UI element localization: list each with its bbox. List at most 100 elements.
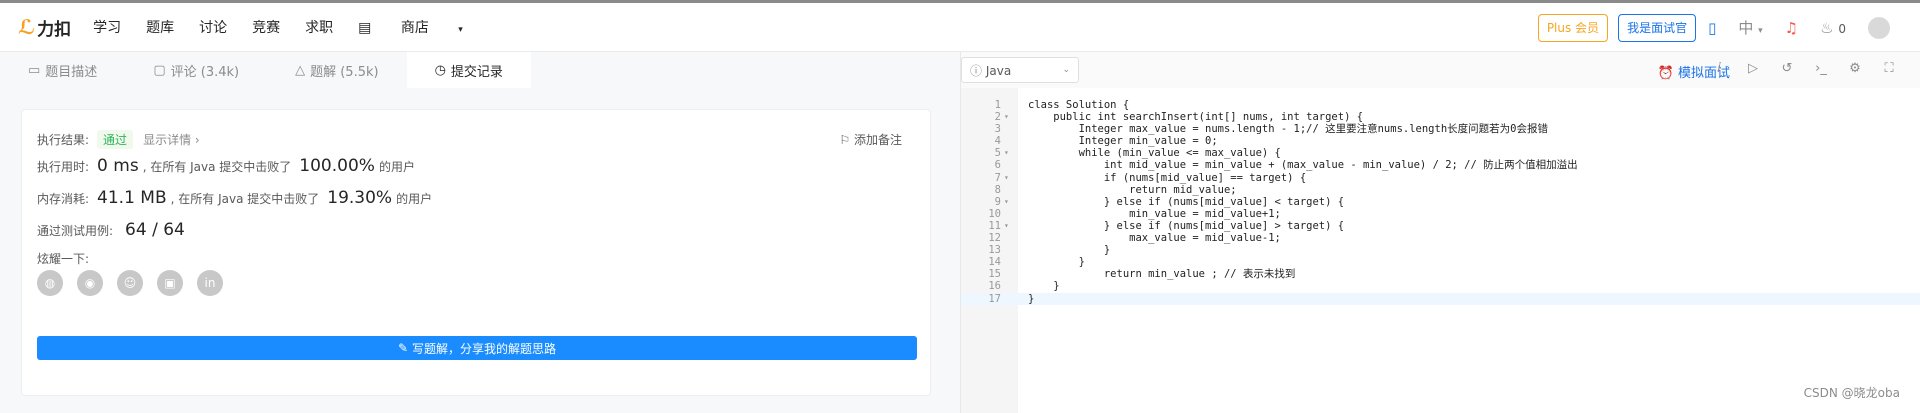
line-number: 5: [994, 147, 1001, 160]
interviewer-button[interactable]: 我是面试官: [1618, 13, 1697, 42]
tests-row: 通过测试用例: 64 / 64: [37, 220, 189, 240]
line-number: 15: [988, 268, 1001, 281]
nav-problems[interactable]: 题库: [146, 17, 174, 37]
line-number: 10: [988, 207, 1001, 220]
code-line[interactable]: 14 }: [961, 256, 1920, 268]
flag-icon: ⚐: [839, 133, 851, 147]
weibo-icon[interactable]: ◉: [77, 270, 103, 296]
nav-shop[interactable]: ▤ 商店 ▾: [358, 17, 488, 37]
tab-submissions[interactable]: ◷ 提交记录: [406, 52, 531, 88]
runtime-percent: 100.00%: [299, 156, 375, 176]
code-text: } else if (nums[mid_value] > target) {: [1028, 219, 1345, 232]
code-line[interactable]: 4 Integer min_value = 0;: [961, 135, 1920, 147]
console-icon[interactable]: ›_: [1804, 61, 1838, 76]
code-line[interactable]: 6 int mid_value = min_value + (max_value…: [961, 159, 1920, 171]
nav-study[interactable]: 学习: [93, 17, 121, 37]
show-details-link[interactable]: 显示详情 ›: [143, 131, 200, 148]
code-text: }: [1028, 244, 1111, 257]
notification-bell-icon[interactable]: ♫: [1785, 19, 1798, 37]
code-line[interactable]: 9 ▾ } else if (nums[mid_value] < target) …: [961, 196, 1920, 208]
comment-icon: ▢: [153, 62, 166, 78]
tab-comments[interactable]: ▢ 评论 (3.4k): [125, 52, 267, 88]
code-line[interactable]: 12 max_value = mid_value-1;: [961, 232, 1920, 244]
code-line[interactable]: 3 Integer max_value = nums.length - 1;//…: [961, 123, 1920, 135]
line-number: 8: [994, 183, 1001, 196]
info-icon: ⓘ: [970, 63, 983, 78]
fold-chevron-icon[interactable]: ▾: [1004, 172, 1009, 184]
language-label: 中: [1738, 19, 1754, 37]
code-line[interactable]: 11 ▾ } else if (nums[mid_value] > target)…: [961, 220, 1920, 232]
code-line[interactable]: 1 class Solution {: [961, 99, 1920, 111]
editor-toolbar: ⓘ Java ⌄ ⏰ 模拟面试 i ▷ ↺ ›_ ⚙ ⛶: [961, 52, 1920, 88]
avatar[interactable]: [1868, 16, 1890, 39]
code-line[interactable]: 7 ▾ if (nums[mid_value] == target) {: [961, 172, 1920, 184]
settings-icon[interactable]: ⚙: [1838, 61, 1872, 76]
tab-label: 提交记录: [450, 64, 503, 80]
submission-panel: 执行结果: 通过 显示详情 › ⚐ 添加备注 执行用时: 0 ms , 在所有 …: [0, 88, 960, 413]
nav-contest[interactable]: 竞赛: [252, 17, 280, 37]
info-italic-icon[interactable]: i: [1702, 61, 1736, 76]
points-widget[interactable]: ♨ 0: [1820, 19, 1846, 37]
wechat-icon[interactable]: ◍: [37, 270, 63, 296]
language-switch[interactable]: 中 ▾: [1738, 17, 1762, 38]
description-icon: ▭: [28, 62, 41, 78]
language-value: Java: [985, 63, 1012, 78]
shop-label: 商店: [400, 20, 429, 36]
write-solution-button[interactable]: ✎ 写题解，分享我的解题思路: [37, 336, 917, 360]
line-number: 6: [994, 159, 1001, 172]
nav-jobs[interactable]: 求职: [305, 17, 333, 37]
code-text: }: [1028, 256, 1085, 269]
fullscreen-icon[interactable]: ⛶: [1872, 61, 1906, 76]
nav-discuss[interactable]: 讨论: [199, 17, 227, 37]
code-line[interactable]: 15 return min_value ; // 表示未找到: [961, 268, 1920, 280]
tab-label: 评论 (3.4k): [170, 64, 240, 80]
language-select[interactable]: ⓘ Java ⌄: [961, 57, 1079, 83]
flask-icon: △: [295, 62, 306, 78]
add-note-button[interactable]: ⚐ 添加备注: [839, 131, 902, 148]
douban-icon[interactable]: ▣: [157, 270, 183, 296]
top-navbar: ℒ 力扣 学习 题库 讨论 竞赛 求职 ▤ 商店 ▾ Plus 会员 我是面试官…: [0, 0, 1920, 52]
chevron-down-icon: ⌄: [1062, 65, 1070, 75]
code-line[interactable]: 5 ▾ while (min_value <= max_value) {: [961, 147, 1920, 159]
code-editor[interactable]: 1 class Solution {2 ▾ public int searchIns…: [961, 88, 1920, 413]
line-number: 9: [994, 195, 1001, 208]
fold-chevron-icon[interactable]: ▾: [1004, 196, 1009, 208]
fold-chevron-icon[interactable]: ▾: [1004, 147, 1009, 159]
code-line[interactable]: 2 ▾ public int searchInsert(int[] nums, i…: [961, 111, 1920, 123]
code-text: return mid_value;: [1028, 183, 1237, 196]
code-line[interactable]: 10 min_value = mid_value+1;: [961, 208, 1920, 220]
status-row: 执行结果: 通过 显示详情 ›: [37, 130, 200, 149]
reset-icon[interactable]: ↺: [1770, 61, 1804, 76]
linkedin-icon[interactable]: in: [197, 270, 223, 296]
tab-description[interactable]: ▭ 题目描述: [0, 52, 125, 88]
code-text: if (nums[mid_value] == target) {: [1028, 171, 1307, 184]
code-line[interactable]: 8 return mid_value;: [961, 184, 1920, 196]
mobile-icon[interactable]: ▯: [1708, 19, 1716, 37]
code-line[interactable]: 17}: [961, 292, 1920, 305]
code-text: }: [1028, 280, 1060, 293]
alarm-icon: ⏰: [1657, 66, 1674, 81]
fold-chevron-icon[interactable]: ▾: [1004, 220, 1009, 232]
code-text: Integer min_value = 0;: [1028, 135, 1218, 148]
tests-label: 通过测试用例:: [37, 224, 114, 238]
line-number: 16: [988, 280, 1001, 293]
fold-chevron-icon[interactable]: ▾: [1004, 111, 1009, 123]
runtime-text: , 在所有 Java 提交中击败了: [142, 160, 292, 174]
line-number: 7: [994, 171, 1001, 184]
code-text: max_value = mid_value-1;: [1028, 232, 1281, 245]
tab-label: 题目描述: [45, 64, 98, 80]
line-number: 17: [988, 292, 1001, 305]
share-row: 炫耀一下:: [37, 250, 89, 267]
code-line[interactable]: 16 }: [961, 280, 1920, 292]
runtime-value: 0 ms: [97, 156, 139, 176]
code-lines: 1 class Solution {2 ▾ public int searchIns…: [961, 99, 1920, 305]
header-actions: Plus 会员 我是面试官 ▯ 中 ▾ ♫ ♨ 0: [1537, 3, 1920, 52]
add-note-label: 添加备注: [853, 133, 902, 147]
play-icon[interactable]: ▷: [1736, 61, 1770, 76]
tab-solutions[interactable]: △ 题解 (5.5k): [267, 52, 406, 88]
qq-icon[interactable]: ☺: [117, 270, 143, 296]
plus-member-button[interactable]: Plus 会员: [1537, 13, 1609, 42]
leetcode-logo[interactable]: ℒ 力扣: [18, 15, 71, 40]
status-label: 执行结果:: [37, 133, 90, 147]
code-line[interactable]: 13 }: [961, 244, 1920, 256]
